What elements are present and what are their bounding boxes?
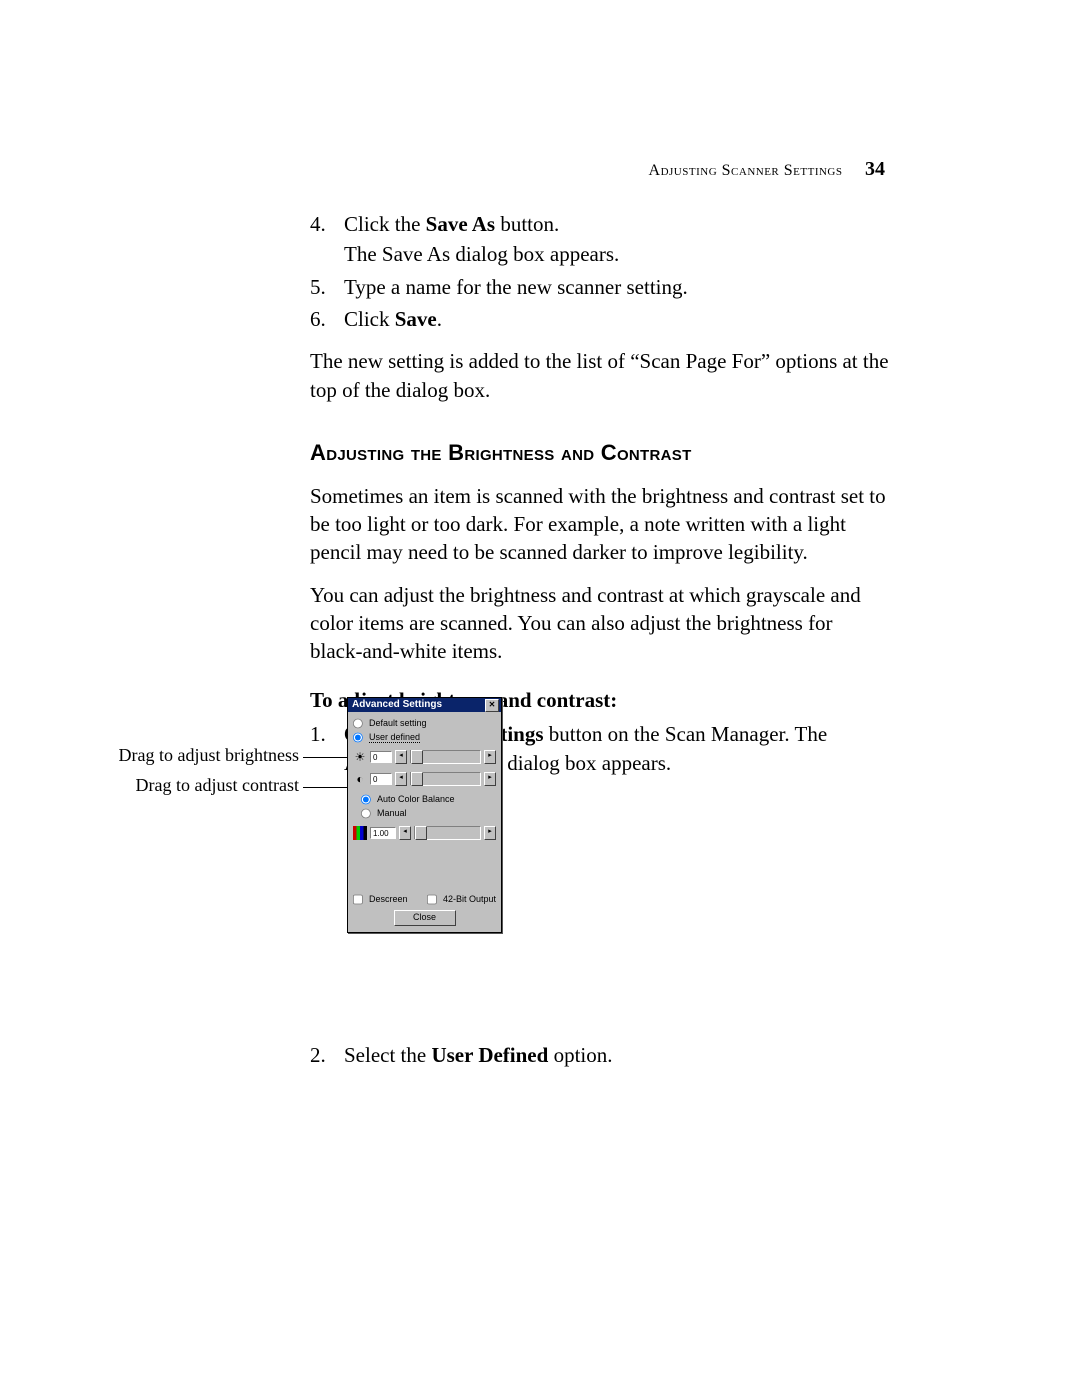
step-bold: User Defined	[431, 1043, 548, 1067]
spin-left[interactable]: ◂	[395, 750, 407, 764]
color-balance-icon	[353, 826, 367, 840]
checkbox-label: Descreen	[369, 894, 408, 904]
step-number: 2.	[310, 1041, 344, 1069]
step-text: Select the	[344, 1043, 431, 1067]
slider-thumb[interactable]	[415, 826, 427, 840]
step-6: 6. Click Save.	[310, 305, 890, 333]
dialog-title: Advanced Settings	[352, 698, 442, 712]
spin-left[interactable]: ◂	[395, 772, 407, 786]
radio-input[interactable]	[361, 808, 371, 818]
page-number: 34	[865, 158, 885, 180]
callout-brightness: Drag to adjust brightness	[69, 745, 299, 766]
step-text: Type a name for the new scanner setting.	[344, 275, 688, 299]
brightness-value[interactable]: 0	[370, 751, 392, 763]
step-number: 4.	[310, 210, 344, 269]
advanced-settings-dialog: Advanced Settings ✕ Default setting User…	[347, 697, 502, 933]
gamma-slider-row: 1.00 ◂ ▸	[353, 824, 496, 842]
step-text: Click	[344, 307, 395, 331]
radio-user-defined[interactable]: User defined	[353, 730, 496, 744]
spin-right[interactable]: ▸	[484, 826, 496, 840]
running-head-text: Adjusting Scanner Settings	[649, 162, 843, 179]
contrast-slider-row: ◐ 0 ◂ ▸	[353, 770, 496, 788]
checkbox-label: 42-Bit Output	[443, 894, 496, 904]
radio-label: Default setting	[369, 718, 427, 728]
step-number: 5.	[310, 273, 344, 301]
paragraph: The new setting is added to the list of …	[310, 347, 890, 404]
contrast-track[interactable]	[410, 772, 481, 786]
step-number: 1.	[310, 720, 344, 777]
section-heading: Adjusting the Brightness and Contrast	[310, 438, 890, 468]
brightness-slider-row: ☀ 0 ◂ ▸	[353, 748, 496, 766]
step-5: 5. Type a name for the new scanner setti…	[310, 273, 890, 301]
spin-right[interactable]: ▸	[484, 750, 496, 764]
callout-contrast: Drag to adjust contrast	[86, 775, 299, 796]
spin-left[interactable]: ◂	[399, 826, 411, 840]
brightness-icon: ☀	[353, 750, 367, 764]
callout-line	[303, 787, 351, 788]
page: Adjusting Scanner Settings 34 4. Click t…	[0, 0, 1080, 1397]
brightness-track[interactable]	[410, 750, 481, 764]
radio-label: Auto Color Balance	[377, 794, 455, 804]
step-bold: Save	[395, 307, 437, 331]
checkbox-42bit-output[interactable]: 42-Bit Output	[427, 892, 496, 906]
step-4: 4. Click the Save As button. The Save As…	[310, 210, 890, 269]
checkbox-input[interactable]	[427, 894, 437, 904]
running-header: Adjusting Scanner Settings 34	[649, 158, 885, 181]
step-number: 6.	[310, 305, 344, 333]
gamma-track[interactable]	[414, 826, 481, 840]
spin-right[interactable]: ▸	[484, 772, 496, 786]
radio-input[interactable]	[353, 732, 363, 742]
checkbox-input[interactable]	[353, 894, 363, 904]
checkbox-descreen[interactable]: Descreen	[353, 892, 408, 906]
paragraph: You can adjust the brightness and contra…	[310, 581, 890, 666]
step-text-post: .	[437, 307, 442, 331]
dialog-titlebar: Advanced Settings ✕	[348, 698, 501, 712]
step-bold: Save As	[426, 212, 495, 236]
radio-input[interactable]	[353, 718, 363, 728]
gamma-value[interactable]: 1.00	[370, 827, 396, 839]
contrast-value[interactable]: 0	[370, 773, 392, 785]
step-text-post: option.	[548, 1043, 612, 1067]
close-button[interactable]: Close	[394, 910, 456, 926]
body-column: 4. Click the Save As button. The Save As…	[310, 210, 890, 1073]
close-icon[interactable]: ✕	[485, 699, 499, 712]
slider-thumb[interactable]	[411, 750, 423, 764]
radio-input[interactable]	[361, 794, 371, 804]
paragraph: Sometimes an item is scanned with the br…	[310, 482, 890, 567]
radio-label: Manual	[377, 808, 407, 818]
slider-thumb[interactable]	[411, 772, 423, 786]
radio-manual[interactable]: Manual	[361, 806, 496, 820]
step-text-post: button.	[495, 212, 559, 236]
step-text: Click the	[344, 212, 426, 236]
radio-default-setting[interactable]: Default setting	[353, 716, 496, 730]
step-continuation: The Save As dialog box appears.	[344, 240, 890, 268]
radio-label: User defined	[369, 732, 420, 743]
callout-line	[303, 757, 351, 758]
radio-auto-color-balance[interactable]: Auto Color Balance	[361, 792, 496, 806]
advanced-settings-dialog-figure: Advanced Settings ✕ Default setting User…	[347, 697, 500, 933]
contrast-icon: ◐	[353, 772, 367, 786]
step-2: 2. Select the User Defined option.	[310, 1041, 890, 1069]
dialog-bottom-row: Descreen 42-Bit Output	[353, 888, 496, 906]
